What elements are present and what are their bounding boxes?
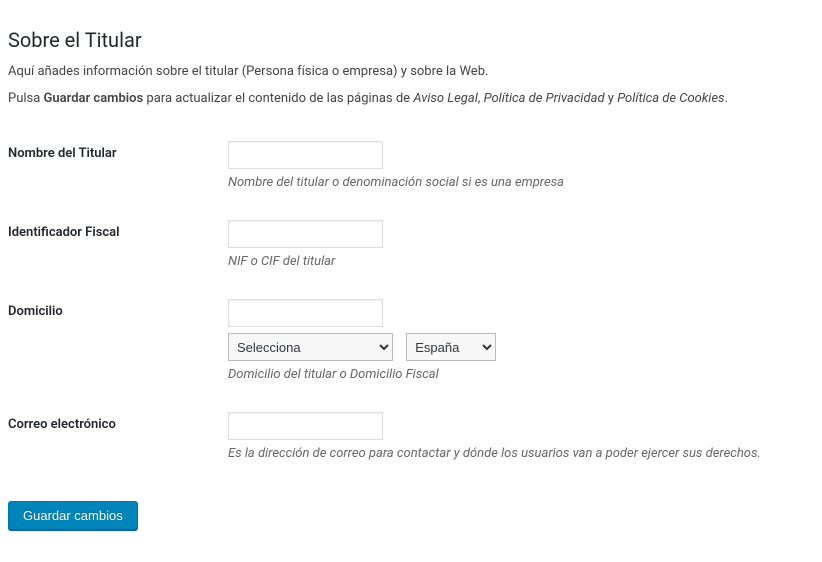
input-nombre[interactable]: [228, 141, 383, 169]
desc-domicilio: Domicilio del titular o Domicilio Fiscal: [228, 367, 804, 382]
intro2-it1: Aviso Legal: [413, 91, 477, 106]
submit-row: Guardar cambios: [8, 501, 814, 530]
desc-fiscal: NIF o CIF del titular: [228, 254, 804, 269]
row-domicilio: Domicilio Selecciona España Domicilio de…: [8, 284, 814, 397]
desc-correo: Es la dirección de correo para contactar…: [228, 446, 804, 461]
desc-nombre: Nombre del titular o denominación social…: [228, 175, 804, 190]
label-nombre: Nombre del Titular: [8, 126, 228, 205]
row-fiscal: Identificador Fiscal NIF o CIF del titul…: [8, 205, 814, 284]
intro2-a: Pulsa: [8, 91, 44, 106]
intro2-end: .: [725, 91, 728, 106]
intro-line-1: Aquí añades información sobre el titular…: [8, 64, 814, 79]
row-correo: Correo electrónico Es la dirección de co…: [8, 397, 814, 476]
input-correo[interactable]: [228, 412, 383, 440]
section-title: Sobre el Titular: [8, 28, 814, 52]
input-fiscal[interactable]: [228, 220, 383, 248]
input-domicilio[interactable]: [228, 299, 383, 327]
label-fiscal: Identificador Fiscal: [8, 205, 228, 284]
intro2-b: para actualizar el contenido de las pági…: [143, 91, 413, 106]
select-country[interactable]: España: [406, 333, 496, 361]
intro2-sep2: y: [605, 91, 618, 106]
select-province[interactable]: Selecciona: [228, 333, 393, 361]
intro2-bold: Guardar cambios: [44, 91, 144, 106]
save-button[interactable]: Guardar cambios: [8, 501, 138, 530]
intro-line-2: Pulsa Guardar cambios para actualizar el…: [8, 91, 814, 106]
intro2-it3: Política de Cookies: [617, 91, 724, 106]
intro2-it2: Política de Privacidad: [484, 91, 605, 106]
row-nombre: Nombre del Titular Nombre del titular o …: [8, 126, 814, 205]
label-correo: Correo electrónico: [8, 397, 228, 476]
form-table: Nombre del Titular Nombre del titular o …: [8, 126, 814, 476]
label-domicilio: Domicilio: [8, 284, 228, 397]
